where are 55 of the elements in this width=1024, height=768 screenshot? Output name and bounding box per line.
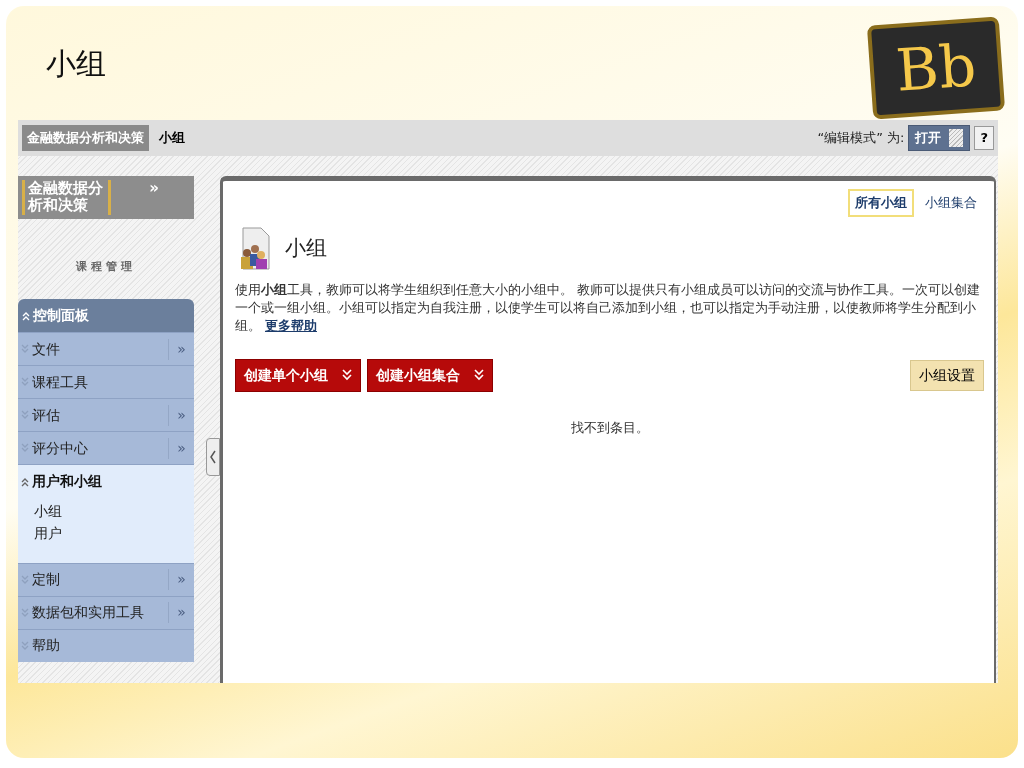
settings-button[interactable]: 小组设置 xyxy=(910,359,984,391)
course-title: 金融数据分析和决策 xyxy=(22,180,108,215)
expand-caret-icon xyxy=(21,640,29,651)
submenu-link[interactable]: 小组 xyxy=(34,500,194,523)
submenu-link[interactable]: 用户 xyxy=(34,522,194,545)
expand-caret-icon xyxy=(21,443,29,453)
control-panel-header[interactable]: 控制面板 xyxy=(18,299,194,332)
menu-item-label: 课程工具 xyxy=(32,372,89,392)
expand-caret-icon xyxy=(21,344,29,354)
arrow-glyph[interactable]: » xyxy=(168,437,194,459)
expand-caret-icon xyxy=(21,377,29,387)
help-button[interactable]: ? xyxy=(974,126,994,150)
tab[interactable]: 所有小组 xyxy=(848,189,914,217)
expand-caret-icon xyxy=(21,574,29,585)
double-chevron-down-icon xyxy=(342,369,352,382)
arrow-glyph[interactable]: » xyxy=(168,569,194,591)
logo: Bb xyxy=(866,16,1006,120)
menu-item[interactable]: 文件 » xyxy=(18,332,194,365)
more-help-link[interactable]: 更多帮助 xyxy=(265,317,317,333)
menu-item-label: 数据包和实用工具 xyxy=(32,603,145,623)
menu-item[interactable]: 评估 » xyxy=(18,398,194,431)
arrow-glyph[interactable]: » xyxy=(168,404,194,426)
control-panel-title: 控制面板 xyxy=(33,306,89,325)
menu-item-label: 用户和小组 xyxy=(32,472,103,491)
collapse-menu-button[interactable] xyxy=(206,438,220,476)
chevron-left-icon xyxy=(209,450,217,464)
tab[interactable]: 小组集合 xyxy=(918,189,984,217)
breadcrumb-current: 小组 xyxy=(159,129,185,148)
menu-item-label: 评估 xyxy=(32,405,61,425)
empty-message: 找不到条目。 xyxy=(569,418,650,437)
expand-caret-icon xyxy=(21,607,29,618)
menu-item-label: 评分中心 xyxy=(32,438,89,458)
menu-item[interactable]: 评分中心 » xyxy=(18,431,194,464)
arrow-glyph[interactable]: » xyxy=(168,338,194,360)
create-dropdown-button[interactable]: 创建小组集合 xyxy=(367,358,493,392)
page-title: 小组 xyxy=(285,234,327,262)
collapse-caret-icon xyxy=(22,310,30,321)
create-dropdown-button[interactable]: 创建单个小组 xyxy=(235,358,361,392)
edit-mode-label: “编辑模式” 为: xyxy=(817,129,905,148)
menu-item[interactable]: 定制 » xyxy=(18,562,194,596)
expand-caret-icon xyxy=(21,410,29,420)
menu-item[interactable]: 用户和小组 xyxy=(18,464,194,498)
menu-item[interactable]: 帮助 xyxy=(18,628,194,662)
collapse-caret-icon xyxy=(21,476,29,487)
description-text: 使用小组工具，教师可以将学生组织到任意大小的小组中。 教师可以提供只有小组成员可以访问的交流与协作工具。一次可以创建一个或一组小组。小组可以指定为自我注册，以使学生可以将自己添加到小组，也可以指定为手动注册，以使教师将学生分配到小组。 更多帮助 xyxy=(235,280,981,335)
arrow-glyph[interactable]: » xyxy=(168,602,194,624)
edit-mode-toggle[interactable]: 打开 xyxy=(908,125,971,151)
menu-item-label: 帮助 xyxy=(32,636,61,656)
double-chevron-down-icon xyxy=(474,369,484,382)
menu-item-label: 文件 xyxy=(32,339,61,359)
section-label: 课程管理 xyxy=(75,258,137,275)
menu-item[interactable]: 课程工具 xyxy=(18,365,194,398)
menu-item-label: 定制 xyxy=(32,570,61,590)
menu-item[interactable]: 数据包和实用工具 » xyxy=(18,595,194,629)
slide-title: 小组 xyxy=(46,44,106,83)
